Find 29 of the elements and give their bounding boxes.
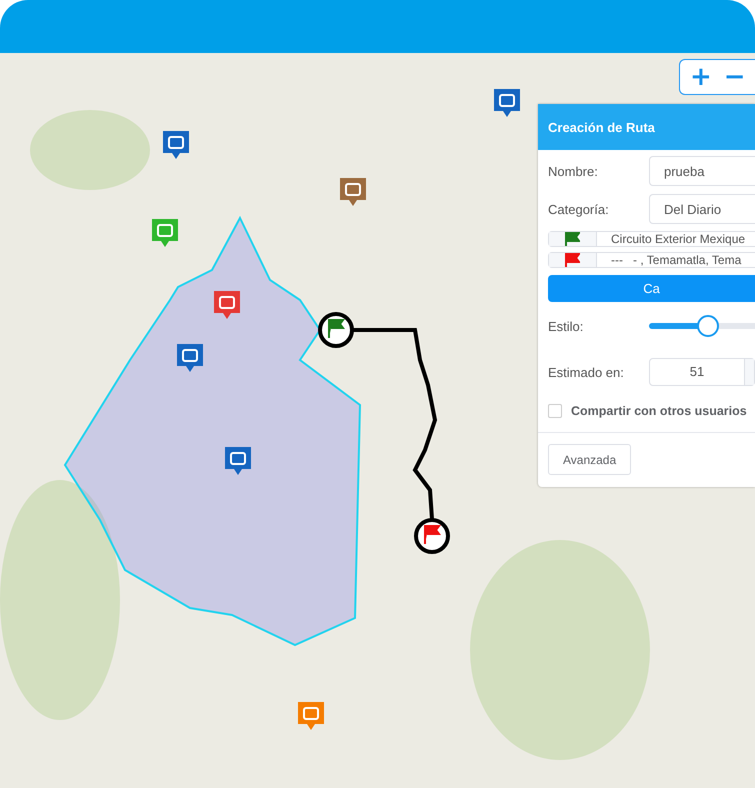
map-pin-icon[interactable]	[298, 702, 324, 730]
map-pin-icon[interactable]	[340, 178, 366, 206]
advanced-button[interactable]: Avanzada	[548, 444, 632, 475]
map-pin-icon[interactable]	[225, 447, 251, 475]
waypoint-field[interactable]: Circuito Exterior Mexique	[548, 231, 755, 247]
slider-thumb[interactable]	[697, 315, 720, 337]
panel-title: Creación de Ruta	[538, 104, 755, 150]
field-label: Estimado en:	[548, 364, 625, 380]
waypoint-field[interactable]: --- - , Temamatla, Tema	[548, 252, 755, 268]
map-pin-icon[interactable]	[163, 131, 189, 159]
input-field[interactable]: prueba	[649, 156, 755, 186]
start-flag-marker[interactable]	[318, 312, 354, 348]
field-label: Categoría:	[548, 202, 610, 216]
map-pin-icon[interactable]	[494, 89, 520, 117]
checkbox-label: Compartir con otros usuarios	[571, 404, 747, 418]
flag-icon	[565, 253, 580, 267]
number-input[interactable]: 51	[649, 358, 755, 386]
waypoint-address: Circuito Exterior Mexique	[610, 232, 746, 246]
style-slider[interactable]	[649, 315, 755, 337]
map-pin-icon[interactable]	[152, 219, 178, 247]
input-field[interactable]: Del Diario	[649, 194, 755, 224]
field-label: Estilo:	[548, 318, 584, 334]
map-pin-icon[interactable]	[214, 291, 240, 319]
end-flag-marker[interactable]	[414, 518, 450, 554]
waypoint-address: --- - , Temamatla, Tema	[610, 253, 742, 267]
flag-icon	[565, 232, 580, 246]
share-checkbox[interactable]	[548, 404, 562, 418]
map-pin-icon[interactable]	[177, 344, 203, 372]
field-label: Nombre:	[548, 164, 599, 178]
